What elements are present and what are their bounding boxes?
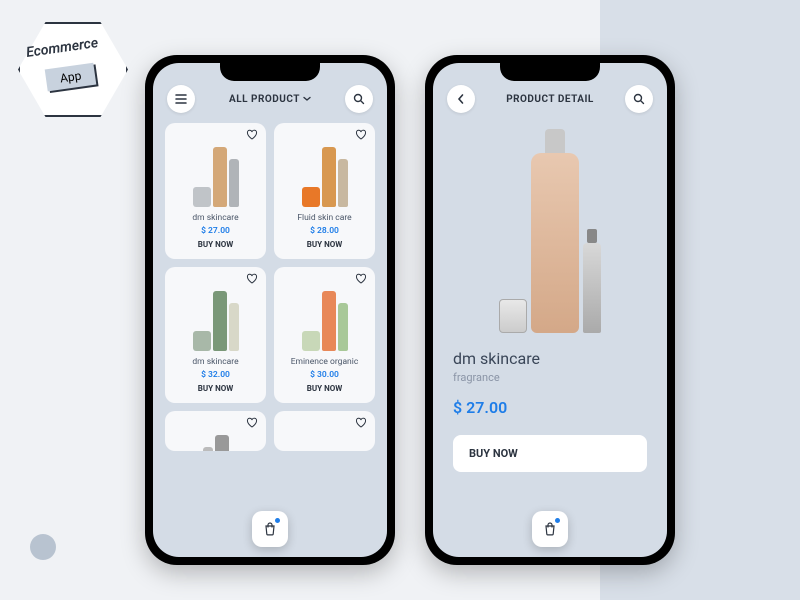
product-price: $ 27.00 — [173, 226, 258, 236]
search-icon — [633, 93, 645, 105]
phone-notch — [220, 63, 320, 81]
product-thumbnail — [282, 279, 367, 351]
product-thumbnail — [282, 135, 367, 207]
cart-badge-dot — [275, 518, 280, 523]
product-category: fragrance — [453, 371, 647, 384]
favorite-button[interactable] — [246, 129, 258, 141]
detail-title: PRODUCT DETAIL — [506, 94, 594, 105]
menu-button[interactable] — [167, 85, 195, 113]
product-price: $ 27.00 — [453, 398, 647, 417]
chevron-down-icon — [303, 96, 311, 102]
phone-notch — [500, 63, 600, 81]
search-icon — [353, 93, 365, 105]
favorite-button[interactable] — [246, 417, 258, 429]
favorite-button[interactable] — [355, 417, 367, 429]
product-card[interactable]: dm skincare $ 27.00 BUY NOW — [165, 123, 266, 259]
listing-title[interactable]: ALL PRODUCT — [229, 94, 311, 105]
product-price: $ 32.00 — [173, 370, 258, 380]
buy-now-button[interactable]: BUY NOW — [453, 435, 647, 472]
chevron-left-icon — [456, 93, 466, 105]
phone-listing: ALL PRODUCT dm skincare $ 27.00 BUY NOW — [145, 55, 395, 565]
product-name: Fluid skin care — [282, 213, 367, 223]
product-hero-image — [433, 123, 667, 333]
product-name: Eminence organic — [282, 357, 367, 367]
buy-now-link[interactable]: BUY NOW — [173, 240, 258, 249]
product-thumbnail — [173, 279, 258, 351]
product-price: $ 30.00 — [282, 370, 367, 380]
product-thumbnail — [173, 135, 258, 207]
buy-now-link[interactable]: BUY NOW — [173, 384, 258, 393]
favorite-button[interactable] — [355, 129, 367, 141]
shopping-bag-icon — [262, 521, 278, 537]
buy-now-link[interactable]: BUY NOW — [282, 384, 367, 393]
favorite-button[interactable] — [246, 273, 258, 285]
cart-badge-dot — [555, 518, 560, 523]
shopping-bag-icon — [542, 521, 558, 537]
product-card[interactable]: Eminence organic $ 30.00 BUY NOW — [274, 267, 375, 403]
product-card[interactable]: dm skincare $ 32.00 BUY NOW — [165, 267, 266, 403]
back-button[interactable] — [447, 85, 475, 113]
product-price: $ 28.00 — [282, 226, 367, 236]
cart-button[interactable] — [532, 511, 568, 547]
favorite-button[interactable] — [355, 273, 367, 285]
search-button[interactable] — [345, 85, 373, 113]
decorative-dot — [30, 534, 56, 560]
product-name: dm skincare — [173, 213, 258, 223]
app-badge: Ecommerce App — [18, 22, 128, 117]
product-card[interactable]: Fluid skin care $ 28.00 BUY NOW — [274, 123, 375, 259]
product-card[interactable] — [165, 411, 266, 451]
phone-detail: PRODUCT DETAIL dm skincare fragrance $ 2… — [425, 55, 675, 565]
product-name: dm skincare — [173, 357, 258, 367]
product-name: dm skincare — [453, 349, 647, 368]
search-button[interactable] — [625, 85, 653, 113]
menu-icon — [175, 94, 187, 104]
product-card[interactable] — [274, 411, 375, 451]
buy-now-link[interactable]: BUY NOW — [282, 240, 367, 249]
cart-button[interactable] — [252, 511, 288, 547]
